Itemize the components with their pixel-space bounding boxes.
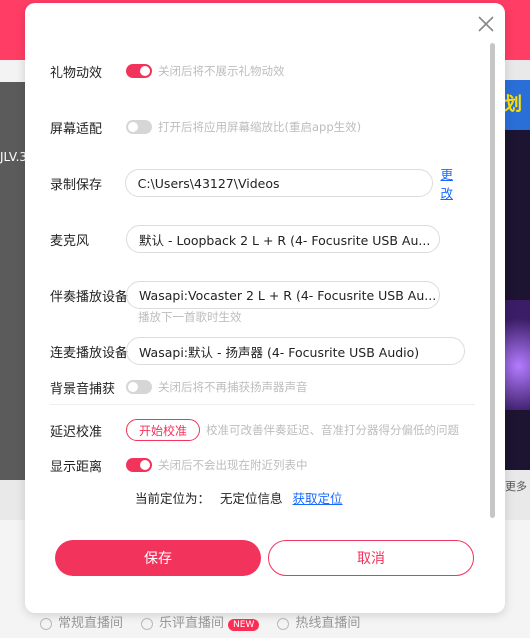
- setting-hint: 关闭后将不展示礼物动效: [158, 64, 285, 78]
- location-row: 当前定位为： 无定位信息 获取定位: [135, 488, 343, 507]
- background-banner-text: 划: [504, 94, 522, 115]
- radio-label: 热线直播间: [295, 616, 361, 631]
- setting-mic-link-device: 连麦播放设备 Wasapi:默认 - 扬声器 (4- Focusrite USB…: [50, 336, 465, 366]
- setting-gift-effect: 礼物动效 关闭后将不展示礼物动效: [50, 61, 465, 81]
- setting-label: 录制保存: [50, 177, 103, 193]
- scrollbar[interactable]: [490, 43, 495, 518]
- start-calibration-button[interactable]: 开始校准: [126, 419, 201, 441]
- accompany-device-hint: 播放下一首歌时生效: [138, 310, 242, 324]
- radio-icon: [40, 617, 52, 630]
- radio-normal-room[interactable]: 常规直播间: [40, 612, 123, 631]
- setting-microphone: 麦克风 默认 - Loopback 2 L + R (4- Focusrite …: [50, 224, 465, 254]
- setting-accompany-device: 伴奏播放设备 Wasapi:Vocaster 2 L + R (4- Focus…: [50, 280, 465, 310]
- background-panel-strip: [0, 60, 26, 82]
- setting-hint: 校准可改善伴奏延迟、音准打分器得分偏低的问题: [206, 423, 460, 437]
- setting-label: 伴奏播放设备: [50, 289, 129, 305]
- record-path-field[interactable]: C:\Users\43127\Videos: [124, 169, 434, 197]
- radio-label: 常规直播间: [58, 616, 124, 631]
- radio-hotline-room[interactable]: 热线直播间: [277, 612, 360, 631]
- setting-label: 礼物动效: [50, 65, 103, 81]
- setting-label: 背景音捕获: [50, 381, 116, 397]
- change-path-link[interactable]: 更改: [440, 164, 465, 202]
- background-banner-top: 划: [502, 80, 530, 130]
- background-video-panel: [0, 60, 26, 480]
- location-label: 当前定位为：: [135, 491, 211, 506]
- microphone-select[interactable]: 默认 - Loopback 2 L + R (4- Focusrite USB …: [126, 225, 440, 253]
- cancel-button[interactable]: 取消: [268, 540, 474, 576]
- setting-show-distance: 显示距离 关闭后不会出现在附近列表中: [50, 455, 465, 475]
- radio-label: 乐评直播间: [159, 616, 225, 631]
- show-distance-toggle[interactable]: [126, 458, 152, 472]
- gift-effect-toggle[interactable]: [126, 64, 152, 78]
- background-more-button[interactable]: 更多: [502, 478, 530, 494]
- background-level-text: JLV.3: [0, 150, 28, 164]
- mic-link-device-select[interactable]: Wasapi:默认 - 扬声器 (4- Focusrite USB Audio): [126, 337, 465, 365]
- setting-record-save: 录制保存 C:\Users\43127\Videos 更改: [50, 167, 465, 201]
- setting-label: 麦克风: [50, 233, 90, 249]
- section-divider: [50, 404, 475, 405]
- background-banner-art: [502, 300, 530, 410]
- radio-icon: [141, 617, 154, 630]
- radio-icon: [277, 617, 290, 630]
- setting-screen-fit: 屏幕适配 打开后将应用屏幕缩放比(重启app生效): [50, 117, 465, 137]
- close-icon[interactable]: [475, 13, 497, 35]
- new-badge: NEW: [228, 619, 260, 631]
- location-value: 无定位信息: [220, 491, 283, 506]
- setting-hint: 关闭后不会出现在附近列表中: [158, 458, 308, 472]
- setting-hint: 关闭后将不再捕获扬声器声音: [158, 380, 308, 394]
- setting-latency: 延迟校准 开始校准 校准可改善伴奏延迟、音准打分器得分偏低的问题: [50, 418, 465, 442]
- setting-label: 屏幕适配: [50, 121, 103, 137]
- save-button[interactable]: 保存: [55, 540, 261, 576]
- screen-fit-toggle[interactable]: [126, 120, 152, 134]
- setting-label: 显示距离: [50, 459, 103, 475]
- setting-label: 连麦播放设备: [50, 345, 129, 361]
- setting-hint: 打开后将应用屏幕缩放比(重启app生效): [158, 120, 362, 134]
- toggle-knob: [140, 460, 150, 470]
- toggle-knob: [128, 122, 138, 132]
- bg-capture-toggle[interactable]: [126, 380, 152, 394]
- get-location-link[interactable]: 获取定位: [293, 488, 343, 507]
- toggle-knob: [128, 382, 138, 392]
- setting-bg-capture: 背景音捕获 关闭后将不再捕获扬声器声音: [50, 377, 465, 397]
- settings-dialog: 礼物动效 关闭后将不展示礼物动效 屏幕适配 打开后将应用屏幕缩放比(重启app生…: [25, 3, 505, 613]
- toggle-knob: [140, 66, 150, 76]
- accompany-device-select[interactable]: Wasapi:Vocaster 2 L + R (4- Focusrite US…: [126, 281, 440, 309]
- radio-review-room[interactable]: 乐评直播间 NEW: [141, 612, 260, 631]
- background-room-type-radios: 常规直播间 乐评直播间 NEW 热线直播间: [40, 612, 360, 631]
- background-banner: [502, 80, 530, 470]
- setting-label: 延迟校准: [50, 424, 103, 440]
